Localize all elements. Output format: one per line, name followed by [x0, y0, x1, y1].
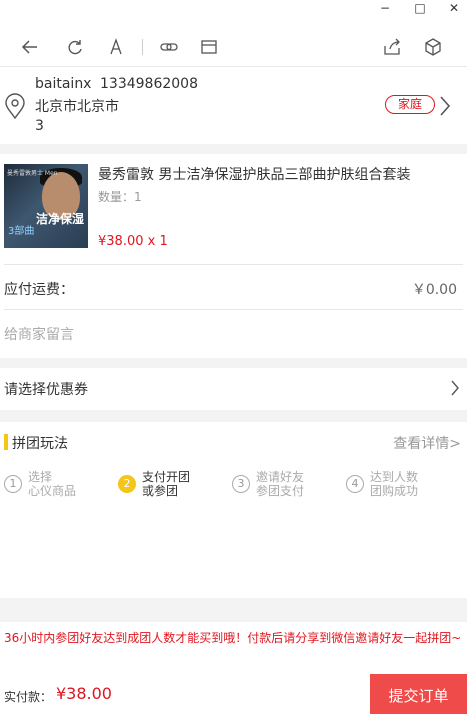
section-gap	[0, 410, 467, 422]
refresh-icon[interactable]	[64, 36, 86, 58]
maximize-button[interactable]: □	[406, 0, 434, 16]
receiver-name: baitainx	[35, 76, 92, 92]
group-details-link[interactable]: 查看详情>	[393, 433, 461, 453]
shipping-address[interactable]: baitainx 13349862008 北京市北京市 3 家庭	[0, 66, 467, 144]
seller-message-input[interactable]: 给商家留言	[4, 324, 74, 344]
address-tag-badge: 家庭	[385, 95, 435, 114]
product-card[interactable]: 曼秀雷敦男士 Men 洁净保湿 3部曲 曼秀雷敦 男士洁净保湿护肤品三部曲护肤组…	[0, 154, 467, 264]
section-gap	[0, 598, 467, 622]
pay-amount: ¥38.00	[56, 684, 112, 703]
window-titlebar: − □ ✕	[0, 0, 467, 18]
seller-message-row[interactable]: 给商家留言	[0, 310, 467, 358]
toolbar-divider	[142, 39, 143, 55]
section-gap	[0, 358, 467, 368]
cube-icon[interactable]	[422, 36, 444, 58]
chevron-right-icon[interactable]	[450, 380, 460, 400]
shipping-fee-label: 应付运费：	[4, 282, 74, 298]
browser-toolbar	[0, 30, 467, 64]
product-thumbnail: 曼秀雷敦男士 Men 洁净保湿 3部曲	[4, 164, 88, 248]
receiver-phone: 13349862008	[100, 76, 198, 92]
product-quantity: 数量：1	[98, 190, 142, 204]
group-step-active: 2 支付开团 或参团	[118, 470, 202, 498]
pay-label: 实付款：	[4, 690, 53, 704]
group-title: 拼团玩法	[12, 436, 68, 452]
coupon-row[interactable]: 请选择优惠券	[0, 368, 467, 410]
link-icon[interactable]	[158, 36, 180, 58]
section-gap	[0, 144, 467, 154]
group-accent-bar	[4, 434, 8, 450]
shipping-fee-value: ￥0.00	[411, 282, 457, 298]
group-buy-section: 拼团玩法 查看详情> 1 选择 心仪商品 2 支付开团 或参团 3 邀请好友 参团支付…	[0, 422, 467, 598]
group-step: 3 邀请好友 参团支付	[232, 470, 316, 498]
coupon-label: 请选择优惠券	[4, 382, 88, 398]
share-icon[interactable]	[381, 36, 403, 58]
font-icon[interactable]	[105, 36, 127, 58]
close-button[interactable]: ✕	[440, 0, 467, 16]
shipping-fee-row: 应付运费： ￥0.00	[0, 265, 467, 309]
product-title: 曼秀雷敦 男士洁净保湿护肤品三部曲护肤组合套装	[98, 167, 411, 183]
back-icon[interactable]	[19, 36, 41, 58]
product-price: ¥38.00 x 1	[98, 234, 168, 249]
chevron-right-icon[interactable]	[438, 95, 452, 121]
group-step: 4 达到人数 团购成功	[346, 470, 430, 498]
receiver-city: 北京市北京市	[35, 99, 119, 115]
group-step: 1 选择 心仪商品	[4, 470, 88, 498]
window-icon[interactable]	[198, 36, 220, 58]
group-notice: 36小时内参团好友达到成团人数才能买到哦！付款后请分享到微信邀请好友一起拼团~	[0, 622, 467, 674]
checkout-footer: 实付款： ¥38.00 提交订单	[0, 674, 467, 714]
location-pin-icon	[4, 93, 26, 123]
submit-order-button[interactable]: 提交订单	[370, 674, 467, 714]
minimize-button[interactable]: −	[371, 0, 399, 16]
receiver-detail: 3	[35, 118, 44, 134]
